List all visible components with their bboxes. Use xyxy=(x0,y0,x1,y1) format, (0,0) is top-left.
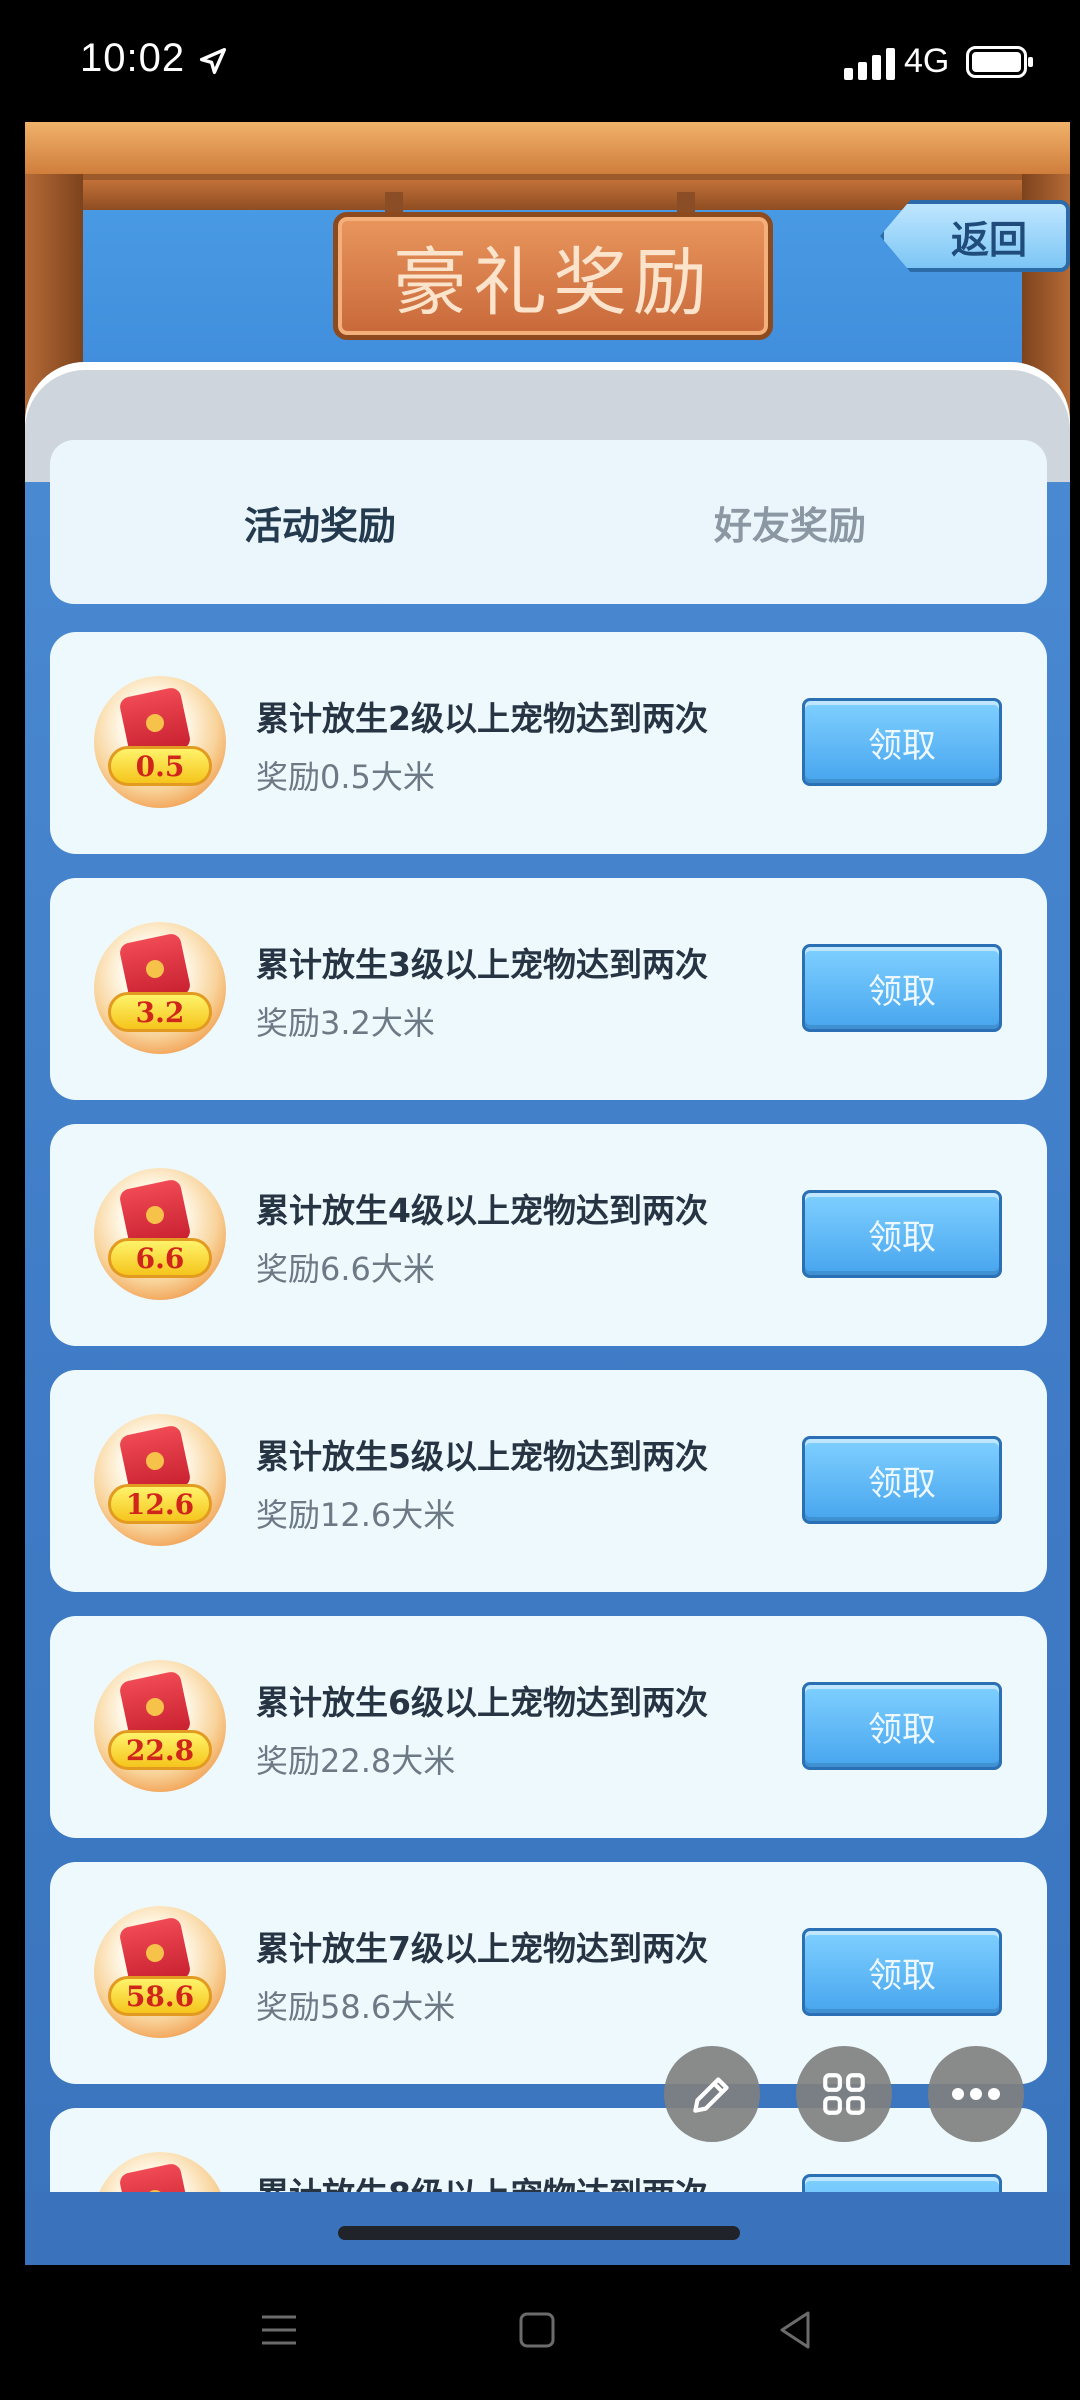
task-title: 累计放生7级以上宠物达到两次 xyxy=(256,1929,708,1968)
reward-badge: 0.5 xyxy=(108,746,212,786)
claim-button[interactable]: 领取 xyxy=(802,1190,1002,1278)
task-card: 6.6 累计放生4级以上宠物达到两次 奖励6.6大米 领取 xyxy=(50,1124,1047,1346)
task-card: 22.8 累计放生6级以上宠物达到两次 奖励22.8大米 领取 xyxy=(50,1616,1047,1838)
reward-badge: 22.8 xyxy=(108,1730,212,1770)
battery-icon xyxy=(966,46,1033,78)
grid-icon xyxy=(823,2073,865,2115)
reward-badge: 6.6 xyxy=(108,1238,212,1278)
wooden-beam xyxy=(25,122,1070,174)
reward-badge: 3.2 xyxy=(108,992,212,1032)
back-button[interactable]: 返回 xyxy=(880,200,1070,272)
envelope-seal xyxy=(144,1450,166,1472)
task-reward: 奖励12.6大米 xyxy=(256,1496,456,1534)
task-card: 58.6 累计放生7级以上宠物达到两次 奖励58.6大米 领取 xyxy=(50,1862,1047,2084)
task-reward: 奖励6.6大米 xyxy=(256,1250,435,1288)
red-envelope-icon: 58.6 xyxy=(94,1906,226,2038)
red-envelope-icon: 3.2 xyxy=(94,922,226,1054)
reward-badge: 58.6 xyxy=(108,1976,212,2016)
more-button[interactable] xyxy=(928,2046,1024,2142)
network-label: 4G xyxy=(904,42,950,80)
back-nav-icon[interactable] xyxy=(770,2305,820,2355)
status-time: 10:02 xyxy=(80,36,186,80)
back-button-label: 返回 xyxy=(950,217,1027,262)
task-card: 12.6 累计放生5级以上宠物达到两次 奖励12.6大米 领取 xyxy=(50,1370,1047,1592)
home-indicator[interactable] xyxy=(338,2226,740,2240)
tab-friend-rewards[interactable]: 好友奖励 xyxy=(560,440,1020,604)
claim-button[interactable]: 领取 xyxy=(802,944,1002,1032)
tab-activity-rewards[interactable]: 活动奖励 xyxy=(90,440,550,604)
claim-button[interactable]: 领取 xyxy=(802,1928,1002,2016)
envelope-seal xyxy=(144,958,166,980)
edit-icon xyxy=(693,2077,729,2113)
location-arrow-icon xyxy=(199,47,227,75)
claim-button[interactable]: 领取 xyxy=(802,698,1002,786)
task-reward: 奖励58.6大米 xyxy=(256,1988,456,2026)
task-title: 累计放生5级以上宠物达到两次 xyxy=(256,1437,708,1476)
task-reward: 奖励22.8大米 xyxy=(256,1742,456,1780)
task-title: 累计放生6级以上宠物达到两次 xyxy=(256,1683,708,1722)
red-envelope-icon: 0.5 xyxy=(94,676,226,808)
reward-badge: 12.6 xyxy=(108,1484,212,1524)
envelope-seal xyxy=(144,1204,166,1226)
task-reward: 奖励3.2大米 xyxy=(256,1004,435,1042)
system-nav-bar xyxy=(0,2265,1080,2400)
red-envelope-icon: 6.6 xyxy=(94,1168,226,1300)
home-icon[interactable] xyxy=(512,2305,562,2355)
red-envelope-icon: 22.8 xyxy=(94,1660,226,1792)
envelope-seal xyxy=(144,1942,166,1964)
claim-button[interactable]: 领取 xyxy=(802,1436,1002,1524)
page-title: 豪礼奖励 xyxy=(333,212,773,340)
task-title: 累计放生3级以上宠物达到两次 xyxy=(256,945,708,984)
task-list[interactable]: 0.5 累计放生2级以上宠物达到两次 奖励0.5大米 领取 3.2 累计放生3级… xyxy=(50,632,1047,2265)
tab-bar: 活动奖励 好友奖励 xyxy=(50,440,1047,604)
envelope-seal xyxy=(144,1696,166,1718)
task-title: 累计放生4级以上宠物达到两次 xyxy=(256,1191,708,1230)
signal-icon xyxy=(844,48,895,80)
claim-button[interactable]: 领取 xyxy=(802,1682,1002,1770)
edit-button[interactable] xyxy=(664,2046,760,2142)
task-card: 0.5 累计放生2级以上宠物达到两次 奖励0.5大米 领取 xyxy=(50,632,1047,854)
envelope-seal xyxy=(144,712,166,734)
app-frame: 豪礼奖励 返回 活动奖励 好友奖励 0.5 累计放生2级以上宠物达到两次 奖励0… xyxy=(25,122,1070,2265)
status-bar: 10:02 4G xyxy=(0,0,1080,122)
more-icon xyxy=(952,2088,1000,2100)
red-envelope-icon: 12.6 xyxy=(94,1414,226,1546)
task-card: 3.2 累计放生3级以上宠物达到两次 奖励3.2大米 领取 xyxy=(50,878,1047,1100)
task-title: 累计放生2级以上宠物达到两次 xyxy=(256,699,708,738)
menu-icon[interactable] xyxy=(254,2305,304,2355)
grid-button[interactable] xyxy=(796,2046,892,2142)
task-reward: 奖励0.5大米 xyxy=(256,758,435,796)
